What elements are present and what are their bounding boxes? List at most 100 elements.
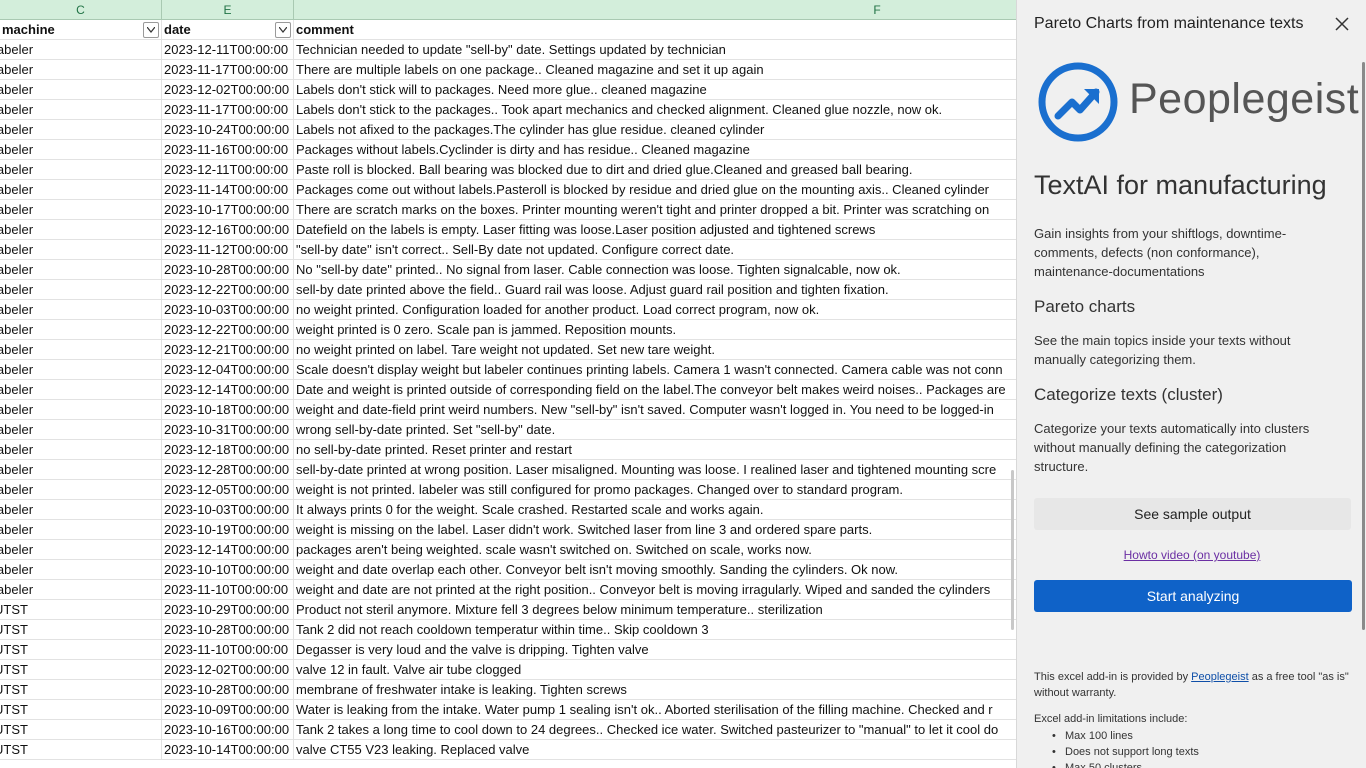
start-analyzing-button[interactable]: Start analyzing <box>1034 580 1352 612</box>
machine-cell[interactable]: UTST <box>0 700 162 720</box>
machine-cell[interactable]: labeler <box>0 440 162 460</box>
comment-cell[interactable]: Paste roll is blocked. Ball bearing was … <box>294 160 1016 180</box>
machine-cell[interactable]: labeler <box>0 360 162 380</box>
comment-cell[interactable]: no weight printed on label. Tare weight … <box>294 340 1016 360</box>
machine-cell[interactable]: labeler <box>0 220 162 240</box>
date-cell[interactable]: 2023-12-04T00:00:00 <box>162 360 294 380</box>
comment-cell[interactable]: valve 12 in fault. Valve air tube clogge… <box>294 660 1016 680</box>
comment-cell[interactable]: valve CT55 V23 leaking. Replaced valve <box>294 740 1016 760</box>
date-cell[interactable]: 2023-10-10T00:00:00 <box>162 560 294 580</box>
date-cell[interactable]: 2023-10-19T00:00:00 <box>162 520 294 540</box>
comment-cell[interactable]: Labels not afixed to the packages.The cy… <box>294 120 1016 140</box>
date-cell[interactable]: 2023-12-02T00:00:00 <box>162 660 294 680</box>
machine-cell[interactable]: labeler <box>0 200 162 220</box>
comment-cell[interactable]: weight and date are not printed at the r… <box>294 580 1016 600</box>
machine-cell[interactable]: labeler <box>0 400 162 420</box>
date-cell[interactable]: 2023-12-22T00:00:00 <box>162 280 294 300</box>
comment-cell[interactable]: Product not steril anymore. Mixture fell… <box>294 600 1016 620</box>
date-cell[interactable]: 2023-12-05T00:00:00 <box>162 480 294 500</box>
date-cell[interactable]: 2023-11-16T00:00:00 <box>162 140 294 160</box>
machine-cell[interactable]: labeler <box>0 580 162 600</box>
machine-cell[interactable]: labeler <box>0 240 162 260</box>
comment-cell[interactable]: weight and date-field print weird number… <box>294 400 1016 420</box>
machine-cell[interactable]: labeler <box>0 500 162 520</box>
filter-dropdown-date[interactable] <box>275 22 291 38</box>
machine-cell[interactable]: labeler <box>0 280 162 300</box>
pane-scrollbar[interactable] <box>1362 62 1365 630</box>
machine-cell[interactable]: labeler <box>0 80 162 100</box>
date-cell[interactable]: 2023-10-03T00:00:00 <box>162 500 294 520</box>
date-cell[interactable]: 2023-10-28T00:00:00 <box>162 680 294 700</box>
date-cell[interactable]: 2023-10-16T00:00:00 <box>162 720 294 740</box>
date-cell[interactable]: 2023-12-18T00:00:00 <box>162 440 294 460</box>
header-cell-machine[interactable]: machine <box>0 20 162 40</box>
machine-cell[interactable]: labeler <box>0 420 162 440</box>
date-cell[interactable]: 2023-11-14T00:00:00 <box>162 180 294 200</box>
date-cell[interactable]: 2023-10-09T00:00:00 <box>162 700 294 720</box>
machine-cell[interactable]: UTST <box>0 720 162 740</box>
machine-cell[interactable]: labeler <box>0 320 162 340</box>
howto-video-link[interactable]: Howto video (on youtube) <box>1017 548 1366 562</box>
comment-cell[interactable]: There are scratch marks on the boxes. Pr… <box>294 200 1016 220</box>
comment-cell[interactable]: Tank 2 takes a long time to cool down to… <box>294 720 1016 740</box>
comment-cell[interactable]: weight is not printed. labeler was still… <box>294 480 1016 500</box>
comment-cell[interactable]: Packages without labels.Cyclinder is dir… <box>294 140 1016 160</box>
machine-cell[interactable]: labeler <box>0 560 162 580</box>
date-cell[interactable]: 2023-12-22T00:00:00 <box>162 320 294 340</box>
comment-cell[interactable]: Labels don't stick will to packages. Nee… <box>294 80 1016 100</box>
machine-cell[interactable]: UTST <box>0 620 162 640</box>
comment-cell[interactable]: Tank 2 did not reach cooldown temperatur… <box>294 620 1016 640</box>
comment-cell[interactable]: sell-by-date printed at wrong position. … <box>294 460 1016 480</box>
comment-cell[interactable]: Labels don't stick to the packages.. Too… <box>294 100 1016 120</box>
machine-cell[interactable]: labeler <box>0 40 162 60</box>
date-cell[interactable]: 2023-12-14T00:00:00 <box>162 540 294 560</box>
machine-cell[interactable]: UTST <box>0 640 162 660</box>
see-sample-output-button[interactable]: See sample output <box>1034 498 1351 530</box>
date-cell[interactable]: 2023-10-31T00:00:00 <box>162 420 294 440</box>
machine-cell[interactable]: labeler <box>0 380 162 400</box>
machine-cell[interactable]: labeler <box>0 300 162 320</box>
column-header-e[interactable]: E <box>162 0 294 20</box>
comment-cell[interactable]: weight printed is 0 zero. Scale pan is j… <box>294 320 1016 340</box>
date-cell[interactable]: 2023-10-28T00:00:00 <box>162 620 294 640</box>
comment-cell[interactable]: weight is missing on the label. Laser di… <box>294 520 1016 540</box>
header-cell-comment[interactable]: comment <box>294 20 1016 40</box>
machine-cell[interactable]: labeler <box>0 340 162 360</box>
machine-cell[interactable]: labeler <box>0 160 162 180</box>
header-cell-date[interactable]: date <box>162 20 294 40</box>
date-cell[interactable]: 2023-12-28T00:00:00 <box>162 460 294 480</box>
comment-cell[interactable]: Packages come out without labels.Pastero… <box>294 180 1016 200</box>
machine-cell[interactable]: UTST <box>0 660 162 680</box>
comment-cell[interactable]: no sell-by-date printed. Reset printer a… <box>294 440 1016 460</box>
machine-cell[interactable]: labeler <box>0 120 162 140</box>
spreadsheet[interactable]: C E F machine date comment labeler2023-1… <box>0 0 1016 768</box>
date-cell[interactable]: 2023-12-21T00:00:00 <box>162 340 294 360</box>
comment-cell[interactable]: sell-by date printed above the field.. G… <box>294 280 1016 300</box>
date-cell[interactable]: 2023-12-02T00:00:00 <box>162 80 294 100</box>
comment-cell[interactable]: No "sell-by date" printed.. No signal fr… <box>294 260 1016 280</box>
date-cell[interactable]: 2023-10-28T00:00:00 <box>162 260 294 280</box>
date-cell[interactable]: 2023-11-10T00:00:00 <box>162 580 294 600</box>
comment-cell[interactable]: It always prints 0 for the weight. Scale… <box>294 500 1016 520</box>
sheet-scrollbar[interactable] <box>1011 470 1014 630</box>
date-cell[interactable]: 2023-10-24T00:00:00 <box>162 120 294 140</box>
date-cell[interactable]: 2023-11-12T00:00:00 <box>162 240 294 260</box>
comment-cell[interactable]: membrane of freshwater intake is leaking… <box>294 680 1016 700</box>
comment-cell[interactable]: wrong sell-by-date printed. Set "sell-by… <box>294 420 1016 440</box>
comment-cell[interactable]: Technician needed to update "sell-by" da… <box>294 40 1016 60</box>
comment-cell[interactable]: Date and weight is printed outside of co… <box>294 380 1016 400</box>
date-cell[interactable]: 2023-10-17T00:00:00 <box>162 200 294 220</box>
comment-cell[interactable]: Scale doesn't display weight but labeler… <box>294 360 1016 380</box>
column-header-f[interactable]: F <box>294 0 1016 20</box>
machine-cell[interactable]: labeler <box>0 520 162 540</box>
machine-cell[interactable]: labeler <box>0 460 162 480</box>
machine-cell[interactable]: labeler <box>0 260 162 280</box>
machine-cell[interactable]: UTST <box>0 740 162 760</box>
date-cell[interactable]: 2023-12-16T00:00:00 <box>162 220 294 240</box>
machine-cell[interactable]: labeler <box>0 60 162 80</box>
machine-cell[interactable]: UTST <box>0 680 162 700</box>
machine-cell[interactable]: labeler <box>0 180 162 200</box>
date-cell[interactable]: 2023-11-10T00:00:00 <box>162 640 294 660</box>
comment-cell[interactable]: Datefield on the labels is empty. Laser … <box>294 220 1016 240</box>
date-cell[interactable]: 2023-12-11T00:00:00 <box>162 160 294 180</box>
